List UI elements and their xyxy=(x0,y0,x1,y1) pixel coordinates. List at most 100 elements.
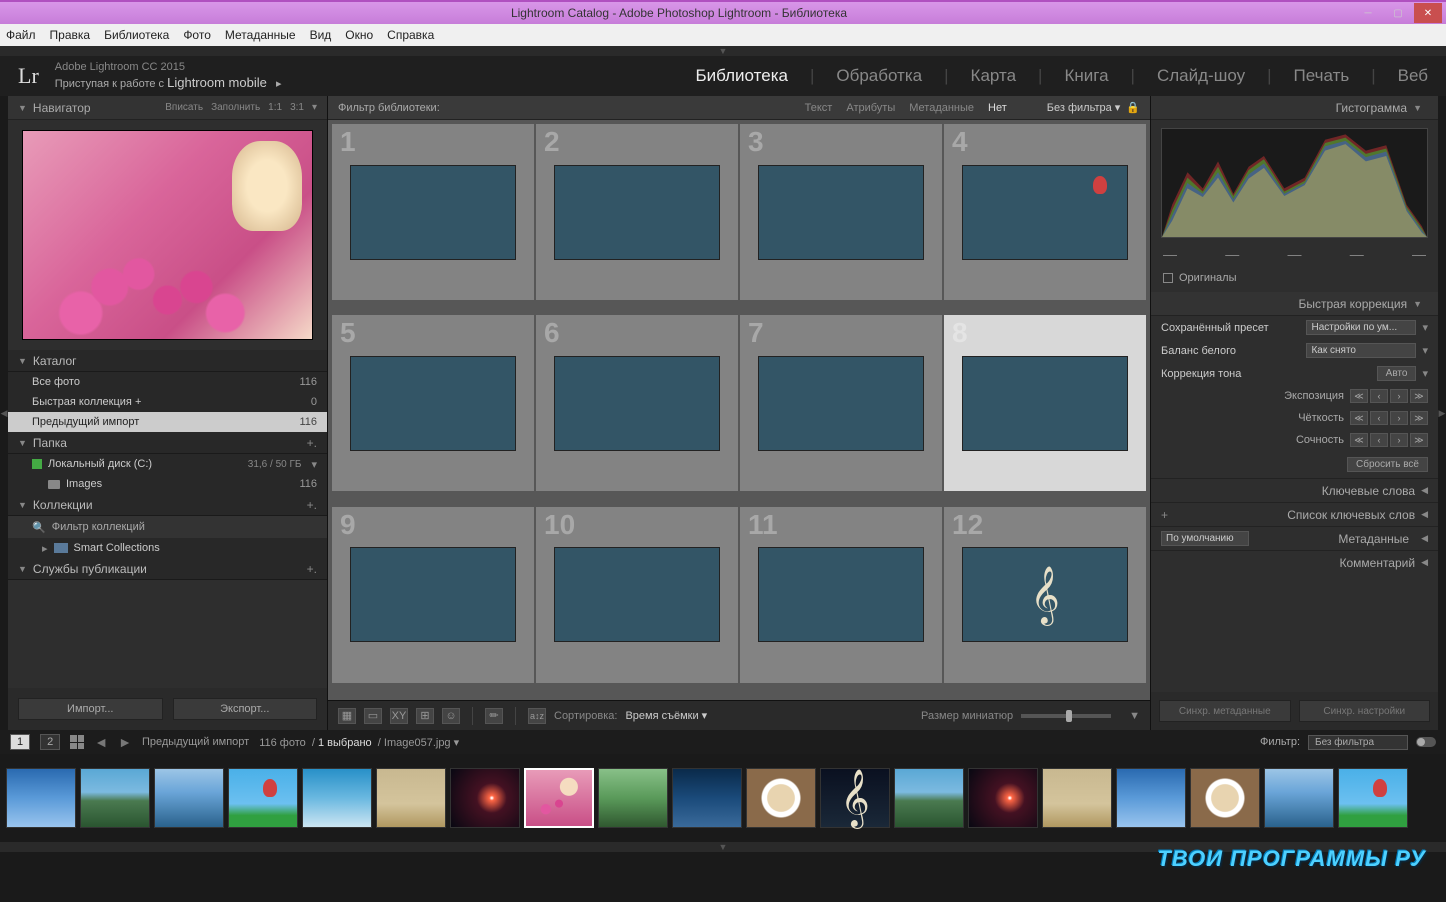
vibrance-big-plus[interactable]: ≫ xyxy=(1410,433,1428,447)
navigator-zoom-option[interactable]: Вписать xyxy=(165,102,203,113)
whitebalance-dropdown[interactable]: Как снято xyxy=(1306,343,1416,358)
module-tab[interactable]: Карта xyxy=(971,66,1017,86)
filmstrip-thumb[interactable] xyxy=(820,768,890,828)
filmstrip-thumb[interactable] xyxy=(672,768,742,828)
top-collapse[interactable]: ▼ xyxy=(0,46,1446,56)
chevron-down-icon[interactable]: ▾ xyxy=(1422,344,1428,357)
filmstrip-thumb[interactable] xyxy=(1190,768,1260,828)
histogram[interactable] xyxy=(1161,128,1428,238)
breadcrumb[interactable]: Предыдущий импорт xyxy=(142,736,249,748)
loupe-view-icon[interactable]: ▭ xyxy=(364,708,382,724)
filmstrip[interactable] xyxy=(0,754,1446,842)
filmstrip-thumb[interactable] xyxy=(968,768,1038,828)
module-tab[interactable]: Слайд-шоу xyxy=(1157,66,1245,86)
auto-tone-button[interactable]: Авто xyxy=(1377,366,1417,381)
collections-header[interactable]: ▼ Коллекции +. xyxy=(8,494,327,516)
catalog-header[interactable]: ▼ Каталог xyxy=(8,350,327,372)
navigator-header[interactable]: ▼ Навигатор ВписатьЗаполнить1:13:1▾ xyxy=(8,96,327,120)
grid-cell[interactable]: 2 xyxy=(536,124,738,300)
menu-item[interactable]: Метаданные xyxy=(225,28,296,42)
filmstrip-thumb[interactable] xyxy=(450,768,520,828)
publish-header[interactable]: ▼ Службы публикации +. xyxy=(8,558,327,580)
grid-cell[interactable]: 4 xyxy=(944,124,1146,300)
filmstrip-thumb[interactable] xyxy=(154,768,224,828)
grid-cell[interactable]: 9 xyxy=(332,507,534,683)
sync-settings-button[interactable]: Синхр. настройки xyxy=(1299,700,1431,722)
catalog-row[interactable]: Предыдущий импорт116 xyxy=(8,412,327,432)
metadata-panel[interactable]: По умолчанию Метаданные◀ xyxy=(1151,526,1438,550)
sort-direction-icon[interactable]: a↕z xyxy=(528,708,546,724)
exposure-big-minus[interactable]: ≪ xyxy=(1350,389,1368,403)
menu-item[interactable]: Библиотека xyxy=(104,28,169,42)
filmstrip-thumb[interactable] xyxy=(894,768,964,828)
survey-view-icon[interactable]: ⊞ xyxy=(416,708,434,724)
left-collapse-handle[interactable]: ◀ xyxy=(0,96,8,730)
filter-switch[interactable] xyxy=(1416,737,1436,747)
histogram-header[interactable]: Гистограмма ▼ xyxy=(1151,96,1438,120)
filter-tab[interactable]: Текст xyxy=(805,102,833,114)
comments-panel[interactable]: Комментарий◀ xyxy=(1151,550,1438,574)
originals-row[interactable]: Оригиналы xyxy=(1151,268,1438,292)
module-tab[interactable]: Печать xyxy=(1294,66,1350,86)
exposure-plus[interactable]: › xyxy=(1390,389,1408,403)
grid-cell[interactable]: 3 xyxy=(740,124,942,300)
grid-cell[interactable]: 12 xyxy=(944,507,1146,683)
filmstrip-thumb[interactable] xyxy=(1116,768,1186,828)
navigator-preview[interactable] xyxy=(8,120,327,350)
catalog-row[interactable]: Все фото116 xyxy=(8,372,327,392)
quick-develop-header[interactable]: Быстрая коррекция ▼ xyxy=(1151,292,1438,316)
vibrance-plus[interactable]: › xyxy=(1390,433,1408,447)
filmstrip-thumb[interactable] xyxy=(1042,768,1112,828)
filmstrip-thumb[interactable] xyxy=(598,768,668,828)
navigator-zoom-option[interactable]: 1:1 xyxy=(268,102,282,113)
add-collection-button[interactable]: +. xyxy=(307,498,317,512)
grid-cell[interactable]: 6 xyxy=(536,315,738,491)
module-tab[interactable]: Обработка xyxy=(836,66,922,86)
vibrance-big-minus[interactable]: ≪ xyxy=(1350,433,1368,447)
add-keyword-button[interactable]: + xyxy=(1161,508,1168,522)
import-button[interactable]: Импорт... xyxy=(18,698,163,720)
sort-dropdown[interactable]: Время съёмки ▾ xyxy=(625,709,707,722)
keywords-panel[interactable]: Ключевые слова◀ xyxy=(1151,478,1438,502)
folder-disk-row[interactable]: Локальный диск (C:) 31,6 / 50 ГБ ▾ xyxy=(8,454,327,474)
lock-icon[interactable]: 🔒 xyxy=(1126,101,1140,114)
export-button[interactable]: Экспорт... xyxy=(173,698,318,720)
vibrance-minus[interactable]: ‹ xyxy=(1370,433,1388,447)
menu-item[interactable]: Правка xyxy=(50,28,91,42)
chevron-down-icon[interactable]: ▾ xyxy=(312,102,317,113)
menu-item[interactable]: Файл xyxy=(6,28,36,42)
chevron-down-icon[interactable]: ▾ xyxy=(1422,367,1428,380)
filmstrip-thumb[interactable] xyxy=(302,768,372,828)
close-button[interactable]: ✕ xyxy=(1414,3,1442,23)
filmstrip-thumb[interactable] xyxy=(80,768,150,828)
clarity-big-plus[interactable]: ≫ xyxy=(1410,411,1428,425)
grid-cell[interactable]: 8 xyxy=(944,315,1146,491)
checkbox-icon[interactable] xyxy=(1163,273,1173,283)
screen-1-button[interactable]: 1 xyxy=(10,734,30,750)
filmstrip-thumb[interactable] xyxy=(746,768,816,828)
grid-view-icon[interactable]: ▦ xyxy=(338,708,356,724)
filmstrip-filter-dropdown[interactable]: Без фильтра xyxy=(1308,735,1408,750)
people-view-icon[interactable]: ☺ xyxy=(442,708,460,724)
right-collapse-handle[interactable]: ▶ xyxy=(1438,96,1446,730)
filmstrip-thumb[interactable] xyxy=(1338,768,1408,828)
navigator-zoom-option[interactable]: 3:1 xyxy=(290,102,304,113)
keyword-list-panel[interactable]: + Список ключевых слов◀ xyxy=(1151,502,1438,526)
preset-dropdown[interactable]: Настройки по ум... xyxy=(1306,320,1416,335)
menu-item[interactable]: Вид xyxy=(310,28,332,42)
module-tab[interactable]: Веб xyxy=(1398,66,1428,86)
catalog-row[interactable]: Быстрая коллекция +0 xyxy=(8,392,327,412)
chevron-down-icon[interactable]: ▾ xyxy=(1422,321,1428,334)
exposure-minus[interactable]: ‹ xyxy=(1370,389,1388,403)
filmstrip-thumb[interactable] xyxy=(228,768,298,828)
smart-collections-row[interactable]: ▸ Smart Collections xyxy=(8,538,327,558)
filmstrip-thumb[interactable] xyxy=(1264,768,1334,828)
thumbnail-size-slider[interactable] xyxy=(1021,714,1111,718)
maximize-button[interactable]: ▢ xyxy=(1384,3,1412,23)
grid-cell[interactable]: 5 xyxy=(332,315,534,491)
add-publish-button[interactable]: +. xyxy=(307,562,317,576)
exposure-big-plus[interactable]: ≫ xyxy=(1410,389,1428,403)
toolbar-menu-icon[interactable]: ▼ xyxy=(1129,710,1140,722)
grid-cell[interactable]: 11 xyxy=(740,507,942,683)
nav-forward-icon[interactable]: ► xyxy=(118,734,132,750)
